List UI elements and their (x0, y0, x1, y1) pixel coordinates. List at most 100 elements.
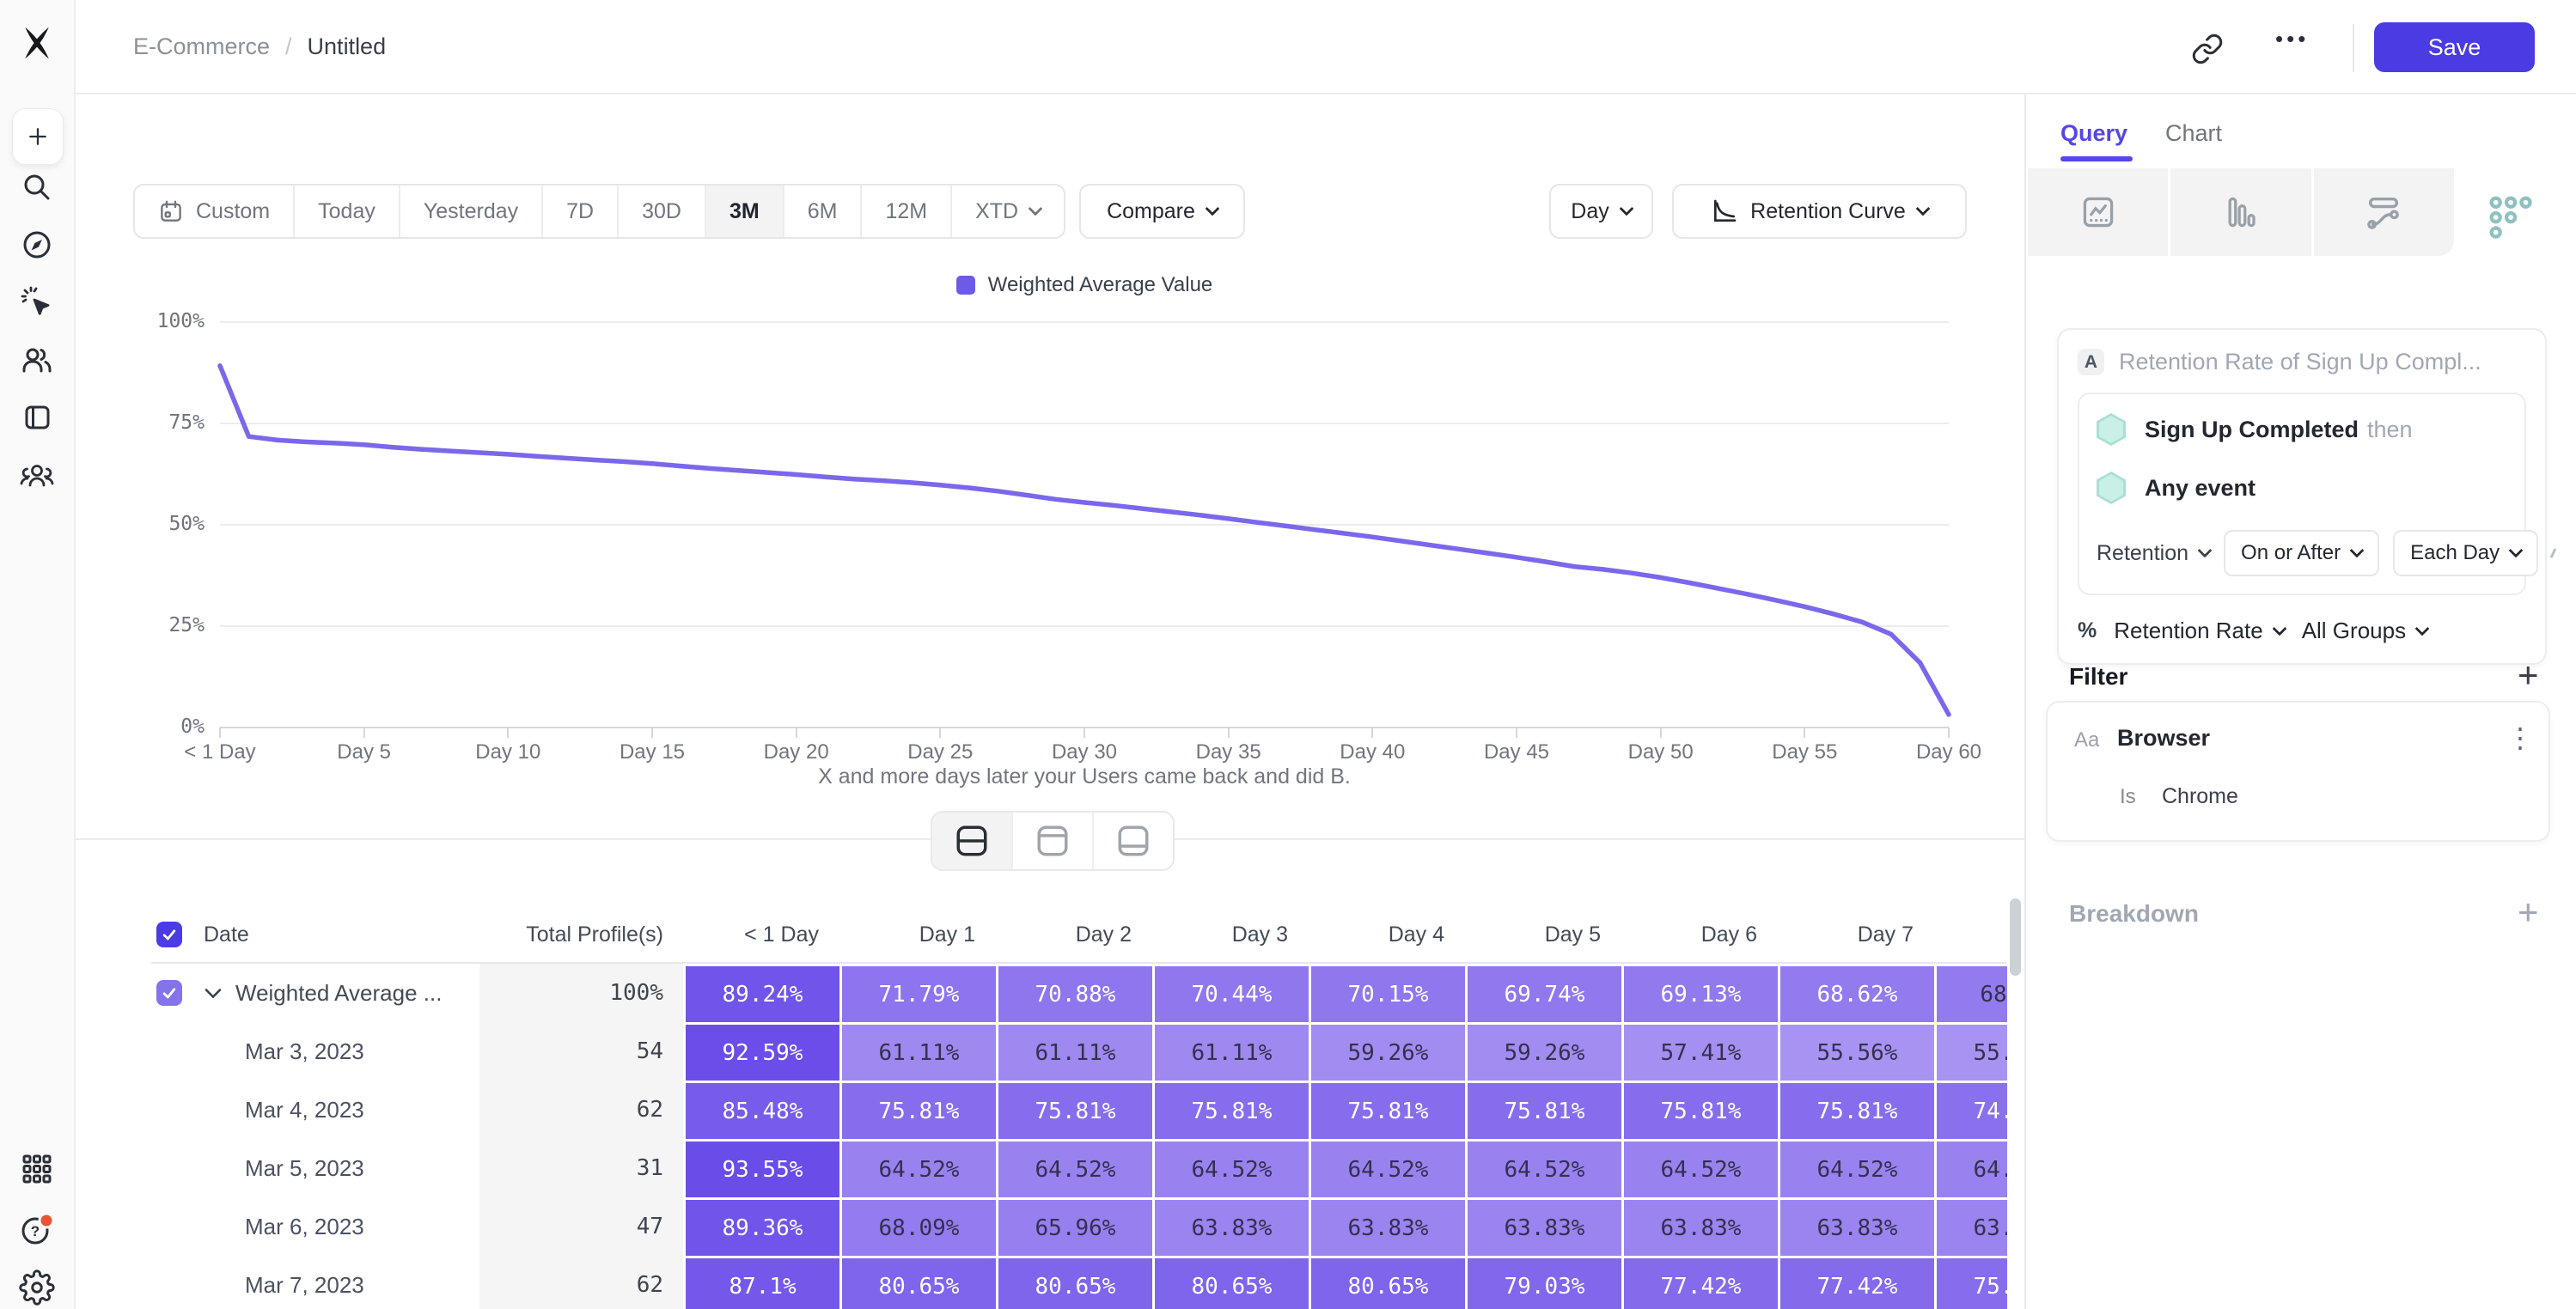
retention-cell[interactable]: 64.52% (1621, 1139, 1778, 1197)
retention-cell[interactable]: 64.52% (996, 1139, 1152, 1197)
sidebar-panel-icon[interactable] (20, 400, 54, 435)
range-button-30d[interactable]: 30D (617, 186, 705, 237)
filter-menu-icon[interactable]: ⋮ (2506, 721, 2534, 754)
retention-cell[interactable]: 75.81% (1465, 1081, 1621, 1139)
timing-dropdown[interactable]: On or After (2224, 530, 2379, 576)
step-2-event[interactable]: Any event (2145, 475, 2256, 502)
retention-cell[interactable]: 64.52% (1465, 1139, 1621, 1197)
filter-operator[interactable]: Is (2120, 785, 2136, 809)
retention-grid-icon[interactable] (2487, 194, 2537, 247)
retention-cell[interactable]: 85.48% (683, 1081, 839, 1139)
interval-dropdown[interactable]: Each Day (2393, 530, 2538, 576)
range-button-6m[interactable]: 6M (783, 186, 861, 237)
retention-cell[interactable]: 74.19% (1934, 1081, 2007, 1139)
retention-cell[interactable]: 68.62% (1778, 964, 1934, 1022)
split-view-toggle[interactable] (932, 813, 1011, 869)
tab-query[interactable]: Query (2060, 120, 2127, 147)
retention-cell[interactable]: 55.56% (1934, 1022, 2007, 1081)
retention-cell[interactable]: 61.11% (839, 1022, 996, 1081)
range-button-7d[interactable]: 7D (541, 186, 617, 237)
retention-cell[interactable]: 57.41% (1621, 1022, 1778, 1081)
tab-chart[interactable]: Chart (2165, 120, 2222, 147)
row-label[interactable]: Weighted Average ... (235, 980, 442, 1007)
breadcrumb-current[interactable]: Untitled (308, 33, 387, 60)
table-only-view-toggle[interactable] (1092, 813, 1173, 869)
row-checkbox[interactable] (156, 922, 182, 947)
range-button-3m[interactable]: 3M (705, 186, 783, 237)
new-analysis-button[interactable] (12, 108, 64, 165)
retention-cell[interactable]: 65.96% (996, 1197, 1152, 1256)
retention-cell[interactable]: 93.55% (683, 1139, 839, 1197)
retention-cell[interactable]: 64.52% (1152, 1139, 1309, 1197)
retention-cell[interactable]: 61.11% (1152, 1022, 1309, 1081)
more-options-button[interactable]: ••• (2275, 26, 2309, 52)
retention-cell[interactable]: 63.83% (1465, 1197, 1621, 1256)
retention-cell[interactable]: 64.52% (1309, 1139, 1465, 1197)
retention-cell[interactable]: 89.24% (683, 964, 839, 1022)
query-title-input[interactable]: Retention Rate of Sign Up Compl... (2119, 349, 2481, 375)
retention-cell[interactable]: 89.36% (683, 1197, 839, 1256)
range-button-custom[interactable]: Custom (135, 186, 293, 237)
breadcrumb-parent[interactable]: E-Commerce (133, 33, 270, 60)
retention-cell[interactable]: 75.81% (1778, 1081, 1934, 1139)
retention-cell[interactable]: 75.81% (1152, 1081, 1309, 1139)
retention-cell[interactable]: 80.65% (1152, 1256, 1309, 1309)
save-button[interactable]: Save (2374, 22, 2535, 72)
retention-cell[interactable]: 59.26% (1465, 1022, 1621, 1081)
retention-cell[interactable]: 69.74% (1465, 964, 1621, 1022)
mode-dropdown[interactable]: Retention (2097, 541, 2210, 566)
range-button-xtd[interactable]: XTD (950, 186, 1064, 237)
retention-cell[interactable]: 70.44% (1152, 964, 1309, 1022)
range-button-today[interactable]: Today (293, 186, 399, 237)
table-scrollbar[interactable] (2010, 898, 2021, 976)
retention-cell[interactable]: 63.83% (1152, 1197, 1309, 1256)
range-button-yesterday[interactable]: Yesterday (399, 186, 541, 237)
retention-cell[interactable]: 80.65% (996, 1256, 1152, 1309)
retention-cell[interactable]: 77.42% (1778, 1256, 1934, 1309)
funnel-bars-icon[interactable] (2168, 168, 2310, 256)
retention-cell[interactable]: 80.65% (839, 1256, 996, 1309)
retention-cell[interactable]: 68.2% (1934, 964, 2007, 1022)
retention-cell[interactable]: 71.79% (839, 964, 996, 1022)
share-link-icon[interactable] (2191, 33, 2224, 65)
add-breakdown-button[interactable]: + (2518, 892, 2539, 933)
users-icon[interactable] (20, 343, 54, 377)
settings-gear-icon[interactable] (19, 1269, 55, 1306)
retention-cell[interactable]: 70.15% (1309, 964, 1465, 1022)
add-filter-button[interactable]: + (2518, 654, 2539, 696)
retention-cell[interactable]: 70.88% (996, 964, 1152, 1022)
row-checkbox[interactable] (156, 980, 182, 1006)
filter-property[interactable]: Browser (2117, 725, 2210, 752)
retention-cell[interactable]: 63.83% (1309, 1197, 1465, 1256)
groups-dropdown[interactable]: All Groups (2302, 618, 2427, 644)
retention-cell[interactable]: 59.26% (1309, 1022, 1465, 1081)
retention-cell[interactable]: 75.81% (1309, 1081, 1465, 1139)
retention-cell[interactable]: 69.13% (1621, 964, 1778, 1022)
retention-cell[interactable]: 63.83% (1621, 1197, 1778, 1256)
retention-cell[interactable]: 80.65% (1309, 1256, 1465, 1309)
retention-cell[interactable]: 77.42% (1621, 1256, 1778, 1309)
expand-chevron-icon[interactable] (204, 988, 222, 999)
retention-cell[interactable]: 79.03% (1465, 1256, 1621, 1309)
retention-cell[interactable]: 87.1% (683, 1256, 839, 1309)
flow-icon[interactable] (2311, 168, 2454, 256)
step-row-1[interactable]: Sign Up Completedthen (2097, 413, 2507, 446)
apps-grid-icon[interactable] (19, 1151, 55, 1187)
chart-type-dropdown[interactable]: Retention Curve (1672, 184, 1967, 239)
retention-cell[interactable]: 75.81% (839, 1081, 996, 1139)
retention-cell[interactable]: 75.81% (1621, 1081, 1778, 1139)
compass-icon[interactable] (20, 228, 54, 262)
team-icon[interactable] (19, 459, 55, 493)
chart-only-view-toggle[interactable] (1011, 813, 1092, 869)
retention-cell[interactable]: 64.52% (1778, 1139, 1934, 1197)
step-1-event[interactable]: Sign Up Completed (2145, 417, 2359, 442)
retention-cell[interactable]: 61.11% (996, 1022, 1152, 1081)
retention-cell[interactable]: 75.81% (1934, 1256, 2007, 1309)
range-button-12m[interactable]: 12M (860, 186, 950, 237)
retention-cell[interactable]: 75.81% (996, 1081, 1152, 1139)
measure-dropdown[interactable]: Retention Rate (2114, 618, 2284, 644)
search-icon[interactable] (20, 170, 54, 204)
retention-cell[interactable]: 64.52% (839, 1139, 996, 1197)
retention-cell[interactable]: 63.83% (1934, 1197, 2007, 1256)
retention-cell[interactable]: 68.09% (839, 1197, 996, 1256)
